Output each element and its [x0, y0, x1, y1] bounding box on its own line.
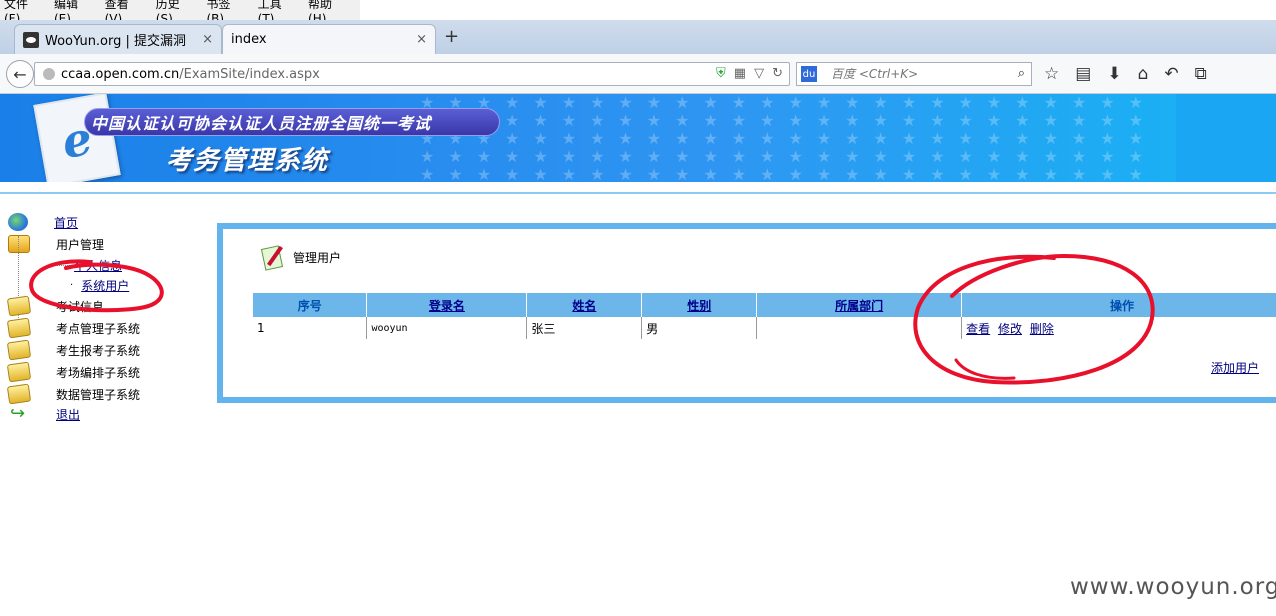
tab-strip: WooYun.org | 提交漏洞 × index × + [0, 20, 1276, 54]
tab-title: WooYun.org | 提交漏洞 [45, 34, 187, 49]
reload-icon[interactable]: ↻ [772, 66, 783, 81]
tab-title: index [231, 32, 267, 47]
wooyun-favicon-icon [23, 31, 39, 48]
cell-name: 张三 [526, 317, 643, 339]
edit-document-icon [260, 243, 287, 271]
nav-data-mgmt[interactable]: 数据管理子系统 [6, 383, 141, 405]
undo-icon[interactable]: ↶ [1164, 64, 1178, 84]
watermark: www.wooyun.org [1070, 574, 1276, 600]
col-ops: 操作 [961, 293, 1276, 317]
nav-site-mgmt[interactable]: 考点管理子系统 [6, 317, 141, 339]
cell-gender: 男 [641, 317, 758, 339]
address-bar[interactable]: ccaa.open.com.cn/ExamSite/index.aspx ⛨ ▦… [34, 62, 790, 86]
qr-code-icon[interactable]: ▦ [734, 66, 746, 81]
col-dept[interactable]: 所属部门 [756, 293, 963, 317]
nav-system-users-link[interactable]: 系统用户 [81, 277, 129, 294]
globe-icon [43, 68, 55, 80]
sort-dept-link[interactable]: 所属部门 [835, 299, 883, 313]
view-user-link[interactable]: 查看 [966, 322, 990, 336]
nav-data-mgmt-label: 数据管理子系统 [56, 387, 141, 402]
url-host: ccaa.open.com.cn [61, 66, 180, 82]
nav-candidate-signup-label: 考生报考子系统 [56, 343, 141, 358]
cell-login: wooyun [366, 317, 528, 339]
search-icon[interactable]: ⌕ [1018, 66, 1025, 81]
add-user-link[interactable]: 添加用户 [1211, 359, 1259, 376]
cell-ops: 查看 修改 删除 [961, 317, 1276, 339]
baidu-paw-icon[interactable]: du [801, 66, 817, 82]
exit-arrow-icon [8, 403, 30, 424]
nav-logout[interactable]: 退出 [8, 403, 80, 424]
nav-system-users[interactable]: · 系统用户 [48, 276, 129, 294]
tab-close-icon[interactable]: × [416, 32, 427, 47]
folder-icon [6, 383, 32, 405]
cell-seq: 1 [253, 317, 368, 339]
folder-icon [6, 317, 32, 339]
site-banner: ★★★★★★★★★★★★★★★★★★★★★★★★★★★★★★★★★★★★★★★★… [0, 94, 1276, 182]
dropdown-arrow-icon[interactable]: ▽ [754, 66, 764, 81]
col-seq: 序号 [253, 293, 368, 317]
table-row: 1 wooyun 张三 男 查看 修改 删除 [253, 317, 1276, 339]
folder-open-icon [8, 235, 30, 253]
nav-room-schedule-label: 考场编排子系统 [56, 365, 141, 380]
system-title: 考务管理系统 [166, 146, 329, 176]
col-login[interactable]: 登录名 [366, 293, 528, 317]
home-icon[interactable]: ⌂ [1138, 64, 1149, 84]
users-table: 序号 登录名 姓名 性别 所属部门 操作 1 wooyun 张三 男 查看 修改… [253, 293, 1276, 339]
nav-user-mgmt[interactable]: 用户管理 [8, 234, 104, 254]
table-header-row: 序号 登录名 姓名 性别 所属部门 操作 [253, 293, 1276, 317]
nav-exam-info[interactable]: 考试信息 [6, 295, 105, 317]
tab-wooyun[interactable]: WooYun.org | 提交漏洞 × [14, 24, 222, 54]
crop-icon[interactable]: ⧉ [1195, 64, 1207, 84]
search-bar[interactable]: du ⌕ [796, 62, 1032, 86]
manage-users-panel: 管理用户 序号 登录名 姓名 性别 所属部门 操作 1 wooyun 张三 男 [217, 223, 1276, 403]
search-input[interactable] [831, 67, 1001, 81]
download-icon[interactable]: ⬇ [1107, 64, 1121, 84]
sort-login-link[interactable]: 登录名 [429, 299, 465, 313]
panel-title-text: 管理用户 [293, 250, 342, 265]
delete-user-link[interactable]: 删除 [1030, 322, 1054, 336]
new-tab-button[interactable]: + [444, 26, 459, 47]
shield-icon[interactable]: ⛨ [716, 66, 726, 81]
nav-home-link[interactable]: 首页 [54, 214, 78, 231]
nav-user-profile-link[interactable]: 个人信息 [74, 257, 122, 274]
tab-index[interactable]: index × [222, 24, 436, 54]
nav-exam-info-label: 考试信息 [56, 299, 105, 314]
nav-home[interactable]: 首页 [8, 212, 78, 232]
nav-room-schedule[interactable]: 考场编排子系统 [6, 361, 141, 383]
url-path: /ExamSite/index.aspx [179, 66, 320, 82]
tab-close-icon[interactable]: × [202, 32, 213, 47]
nav-candidate-signup[interactable]: 考生报考子系统 [6, 339, 141, 361]
reading-list-icon[interactable]: ▤ [1075, 64, 1091, 84]
col-name[interactable]: 姓名 [526, 293, 643, 317]
star-pattern: ★★★★★★★★★★★★★★★★★★★★★★★★★★★★★★★★★★★★★★★★… [420, 94, 1157, 182]
nav-user-profile[interactable]: 个人信息 [48, 256, 122, 274]
folder-icon [6, 361, 32, 383]
panel-title: 管理用户 [260, 243, 342, 271]
cell-dept [756, 317, 963, 339]
nav-site-mgmt-label: 考点管理子系统 [56, 321, 141, 336]
sort-gender-link[interactable]: 性别 [687, 299, 711, 313]
exam-headline: 中国认证认可协会认证人员注册全国统一考试 [84, 108, 500, 136]
nav-user-mgmt-label: 用户管理 [56, 237, 105, 252]
edit-user-link[interactable]: 修改 [998, 322, 1022, 336]
folder-icon [6, 295, 32, 317]
folder-icon [6, 339, 32, 361]
back-arrow-icon[interactable]: ← [6, 60, 34, 88]
navigation-bar: ← ccaa.open.com.cn/ExamSite/index.aspx ⛨… [0, 54, 1276, 94]
globe-icon [8, 213, 28, 231]
menu-bar: 文件(F) 编辑(E) 查看(V) 历史(S) 书签(B) 工具(T) 帮助(H… [0, 0, 360, 26]
exam-headline-text: 中国认证认可协会认证人员注册全国统一考试 [91, 114, 432, 133]
col-gender[interactable]: 性别 [641, 293, 758, 317]
nav-logout-link[interactable]: 退出 [56, 406, 80, 423]
bookmark-star-icon[interactable]: ☆ [1044, 64, 1059, 84]
sort-name-link[interactable]: 姓名 [572, 299, 596, 313]
